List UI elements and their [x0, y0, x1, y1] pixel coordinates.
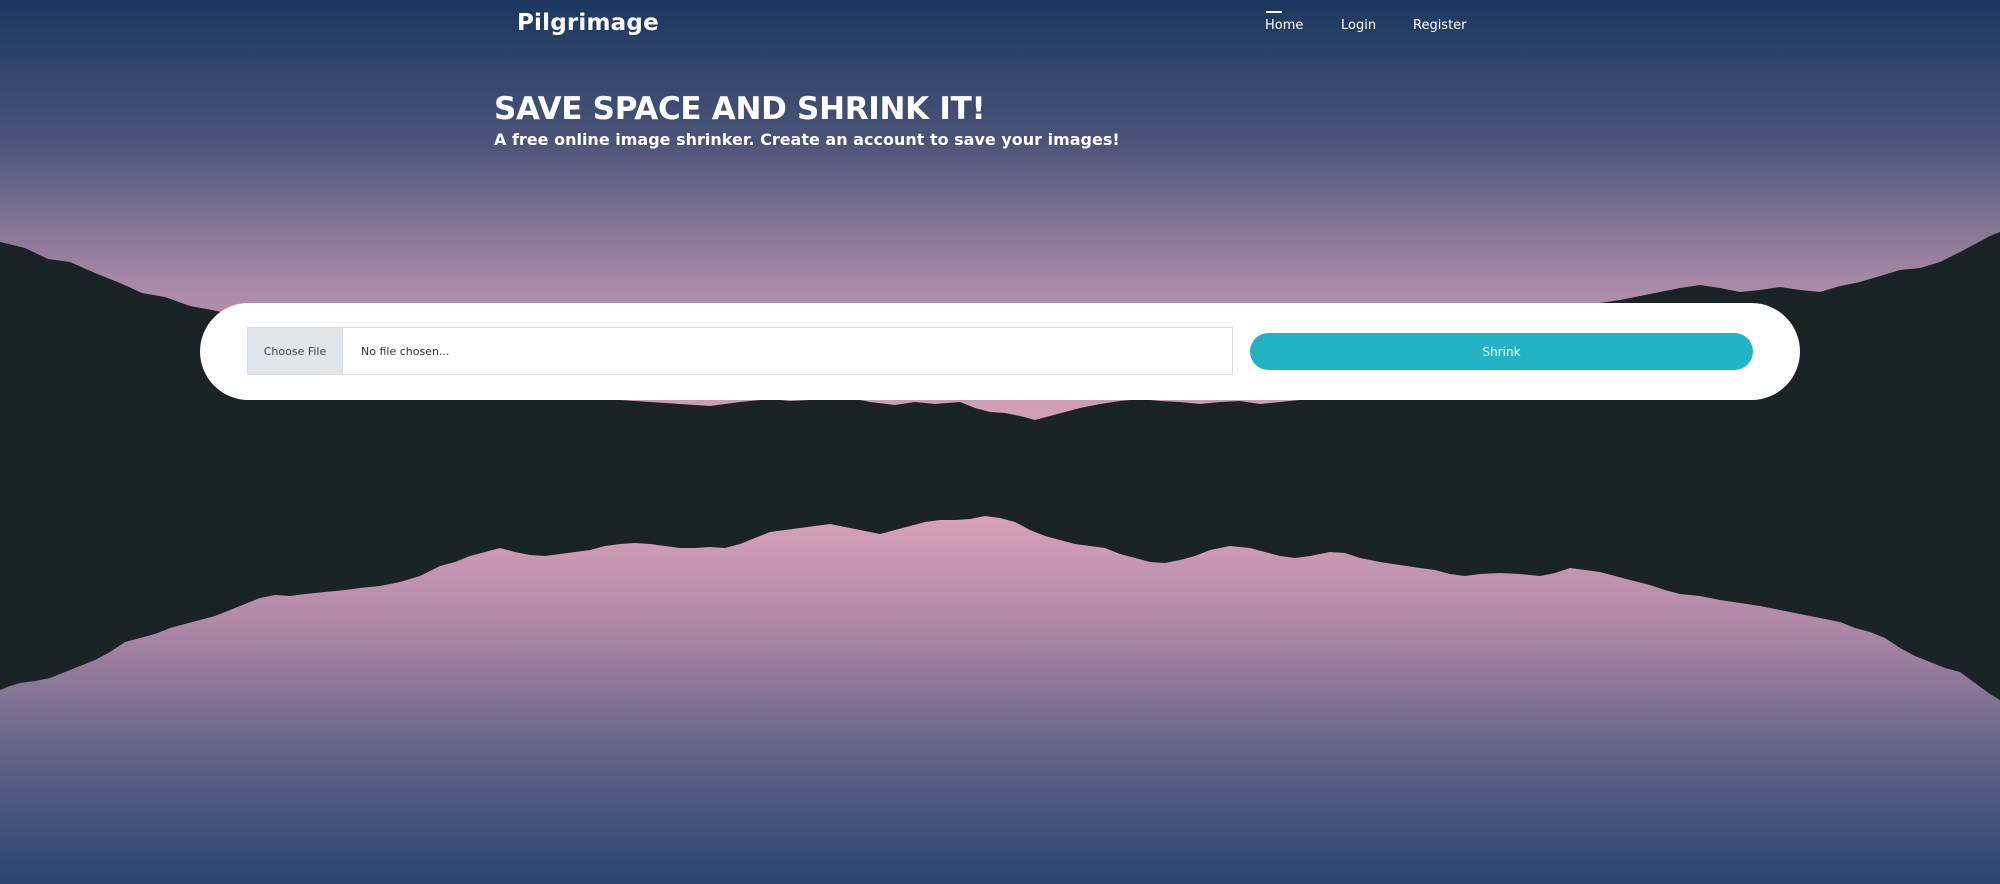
hero-title: SAVE SPACE AND SHRINK IT! [494, 91, 986, 127]
file-status-text: No file chosen... [361, 344, 450, 358]
brand-logo[interactable]: Pilgrimage [517, 10, 659, 36]
nav-home[interactable]: Home [1265, 11, 1303, 33]
choose-file-button[interactable]: Choose File [248, 328, 343, 374]
shrink-button[interactable]: Shrink [1250, 333, 1753, 370]
page: Pilgrimage Home Login Register SAVE SPAC… [0, 0, 2000, 884]
nav-register[interactable]: Register [1413, 18, 1467, 33]
nav-login[interactable]: Login [1341, 18, 1376, 33]
file-input[interactable]: Choose File No file chosen... [247, 327, 1233, 375]
hero-subtitle: A free online image shrinker. Create an … [494, 130, 1120, 149]
upload-form: Choose File No file chosen... Shrink [200, 303, 1800, 400]
